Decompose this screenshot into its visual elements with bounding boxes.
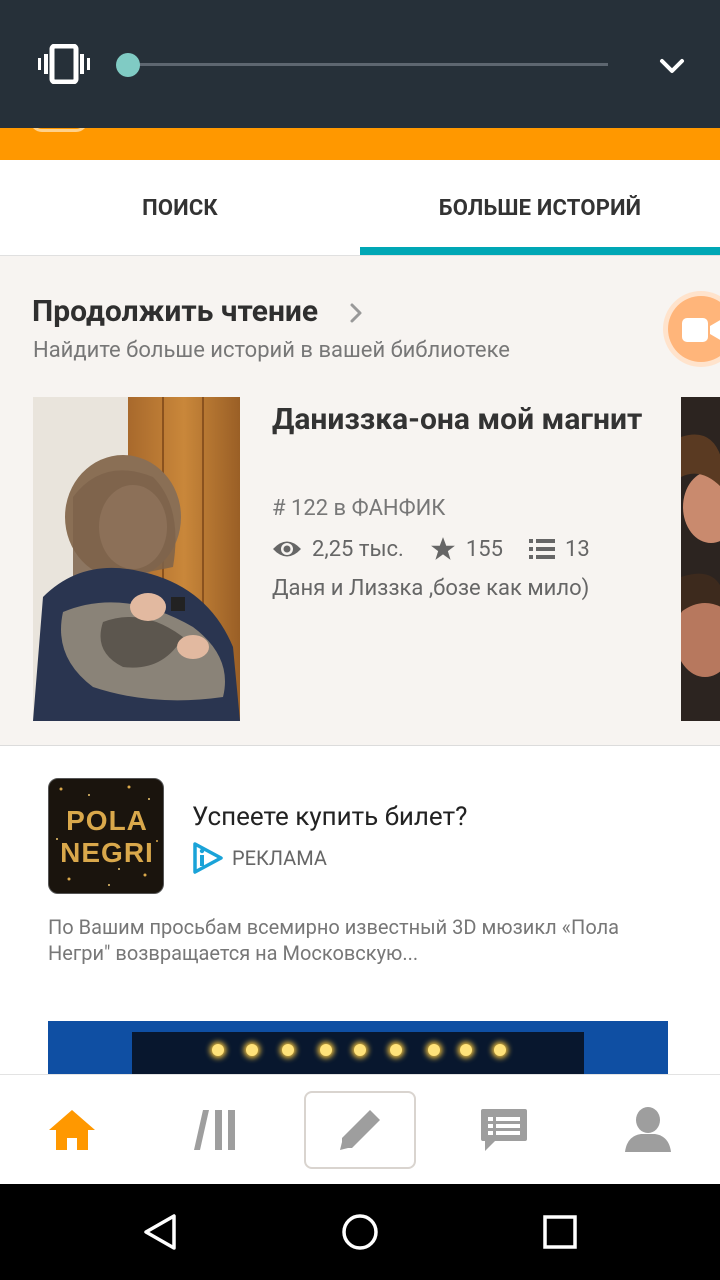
- story-title[interactable]: Даниззка-она мой магнит: [272, 400, 692, 439]
- ad-banner-image[interactable]: [48, 1021, 668, 1074]
- reads-count: 2,25 тыс.: [312, 536, 404, 562]
- volume-slider-thumb[interactable]: [116, 53, 140, 77]
- pencil-icon: [340, 1110, 380, 1150]
- story-stats: 2,25 тыс. 155 13: [272, 535, 616, 563]
- section-subtitle: Найдите больше историй в вашей библиотек…: [33, 338, 510, 363]
- home-button[interactable]: [336, 1208, 384, 1256]
- tab-indicator: [360, 247, 720, 255]
- eye-icon: [273, 541, 301, 557]
- chevron-right-icon[interactable]: [346, 302, 366, 324]
- story-description: Даня и Лиззка ,бозе как мило): [272, 576, 590, 601]
- tab-more-stories[interactable]: БОЛЬШЕ ИСТОРИЙ: [360, 160, 720, 256]
- parts-stat: 13: [528, 536, 590, 562]
- star-icon: [430, 537, 455, 560]
- video-button[interactable]: [668, 296, 720, 362]
- profile-icon: [625, 1107, 671, 1152]
- home-icon: [49, 1110, 95, 1150]
- reads-stat: 2,25 тыс.: [272, 537, 404, 562]
- ad-text: По Вашим просьбам всемирно известный 3D …: [48, 915, 620, 965]
- recents-icon: [543, 1215, 577, 1249]
- votes-count: 155: [465, 536, 503, 562]
- system-nav-bar: [0, 1184, 720, 1280]
- story-rank: # 122 в ФАНФИК: [272, 496, 446, 521]
- ad-title[interactable]: Успеете купить билет?: [192, 802, 467, 832]
- message-icon: [481, 1109, 527, 1151]
- section-title[interactable]: Продолжить чтение: [32, 294, 318, 329]
- nav-write[interactable]: [304, 1091, 416, 1169]
- back-button[interactable]: [136, 1208, 184, 1256]
- ad-section: POLA NEGRI Успеете купить билет? РЕКЛАМА…: [0, 746, 720, 1074]
- story-cover[interactable]: [33, 397, 240, 721]
- video-icon: [682, 318, 720, 342]
- app-header-strip: [0, 128, 720, 160]
- back-icon: [144, 1214, 176, 1250]
- volume-slider-track[interactable]: [128, 63, 608, 66]
- continue-reading-section: Продолжить чтение Найдите больше историй…: [0, 256, 720, 746]
- nav-library[interactable]: [144, 1075, 288, 1185]
- ad-logo-text: POLA NEGRI: [60, 805, 154, 868]
- ad-badge[interactable]: РЕКЛАМА: [192, 842, 327, 874]
- nav-messages[interactable]: [432, 1075, 576, 1185]
- bottom-nav: [0, 1074, 720, 1184]
- tab-search[interactable]: ПОИСК: [0, 160, 360, 256]
- nav-home[interactable]: [0, 1075, 144, 1185]
- chevron-down-icon[interactable]: [656, 50, 688, 82]
- recents-button[interactable]: [536, 1208, 584, 1256]
- vibrate-icon[interactable]: [38, 44, 90, 84]
- ad-choices-icon: [193, 842, 223, 874]
- next-story-cover[interactable]: [681, 397, 720, 721]
- nav-profile[interactable]: [576, 1075, 720, 1185]
- votes-stat: 155: [430, 536, 503, 562]
- volume-panel: [0, 0, 720, 128]
- parts-count: 13: [564, 536, 590, 562]
- ad-badge-label: РЕКЛАМА: [232, 846, 327, 870]
- header-logo-peek: [30, 128, 88, 132]
- library-icon: [194, 1110, 235, 1150]
- home-circle-icon: [342, 1214, 378, 1250]
- ad-logo[interactable]: POLA NEGRI: [48, 778, 164, 894]
- list-icon: [528, 539, 555, 559]
- tab-bar: ПОИСК БОЛЬШЕ ИСТОРИЙ: [0, 160, 720, 256]
